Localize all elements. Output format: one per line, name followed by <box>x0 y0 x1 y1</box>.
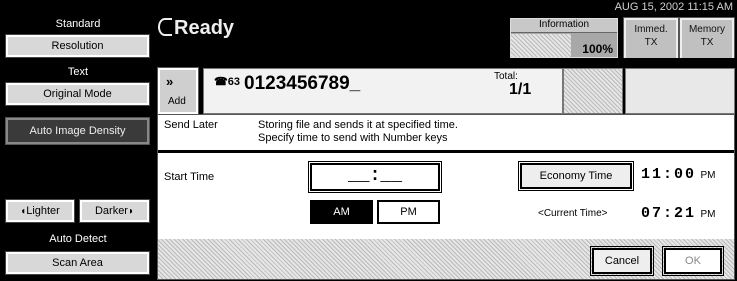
dialog-header: Send Later Storing file and sends it at … <box>158 115 734 151</box>
dialog-separator <box>158 151 734 153</box>
economy-time-display: 11:00 PM <box>641 165 715 183</box>
darker-icon: ◗ <box>127 205 135 217</box>
auto-image-density-button[interactable]: Auto Image Density <box>5 117 150 145</box>
start-time-label: Start Time <box>164 171 215 183</box>
scan-area-value-label: Auto Detect <box>49 233 107 245</box>
telephone-icon: ☎63 <box>214 76 240 88</box>
information-panel[interactable]: Information 100% <box>510 18 618 58</box>
dialog-description-line1: Storing file and sends it at specified t… <box>258 119 458 131</box>
memory-hatch <box>511 34 571 57</box>
original-mode-button[interactable]: Original Mode <box>5 82 150 106</box>
ok-button[interactable]: OK <box>662 246 724 276</box>
current-time-value: 07:21 <box>641 205 697 222</box>
dialog-description: Storing file and sends it at specified t… <box>258 119 458 145</box>
machine-status: Ready <box>158 14 234 42</box>
resolution-button[interactable]: Resolution <box>5 34 150 58</box>
darker-button[interactable]: Darker ◗ <box>79 199 150 223</box>
send-later-dialog: Send Later Storing file and sends it at … <box>157 114 735 280</box>
original-mode-value-label: Text <box>67 66 89 78</box>
total-value: 1/1 <box>509 81 532 98</box>
resolution-value-label: Standard <box>55 18 101 30</box>
date-time: AUG 15, 2002 11:15 AM <box>614 1 733 13</box>
memory-percent: 100% <box>582 42 613 56</box>
pm-button[interactable]: PM <box>377 200 440 224</box>
add-label: Add <box>168 96 186 107</box>
ready-icon <box>158 18 172 36</box>
lighter-label: Lighter <box>26 205 60 217</box>
economy-time-suffix: PM <box>700 170 716 181</box>
current-time-label: <Current Time> <box>538 208 608 219</box>
immediate-tx-button[interactable]: Immed. TX <box>623 17 679 61</box>
destination-number: 0123456789_ <box>244 73 361 94</box>
destination-side-panel <box>625 68 735 114</box>
am-button[interactable]: AM <box>310 200 373 224</box>
dialog-title: Send Later <box>164 119 218 131</box>
cancel-button[interactable]: Cancel <box>590 246 654 276</box>
destination-hatch <box>563 68 623 114</box>
darker-label: Darker <box>94 205 128 217</box>
add-destination-button[interactable]: » Add <box>157 67 199 115</box>
current-time-display: 07:21 PM <box>641 204 715 222</box>
scan-area-button[interactable]: Scan Area <box>5 251 150 275</box>
start-time-value: __:__ <box>347 166 402 186</box>
destination-field[interactable]: ☎63 0123456789_ Total: 1/1 <box>203 68 563 114</box>
economy-time-value: 11:00 <box>641 166 697 183</box>
date-bar: AUG 15, 2002 11:15 AM <box>0 0 737 14</box>
start-time-input[interactable]: __:__ <box>308 161 442 193</box>
lighter-button[interactable]: ◖ Lighter <box>5 199 75 223</box>
information-label: Information <box>511 19 617 33</box>
memory-tx-button[interactable]: Memory TX <box>679 17 735 61</box>
economy-time-button[interactable]: Economy Time <box>518 161 634 191</box>
dialog-description-line2: Specify time to send with Number keys <box>258 132 448 144</box>
double-arrow-icon: » <box>166 74 174 89</box>
ready-text: Ready <box>174 17 235 39</box>
current-time-suffix: PM <box>700 209 716 220</box>
